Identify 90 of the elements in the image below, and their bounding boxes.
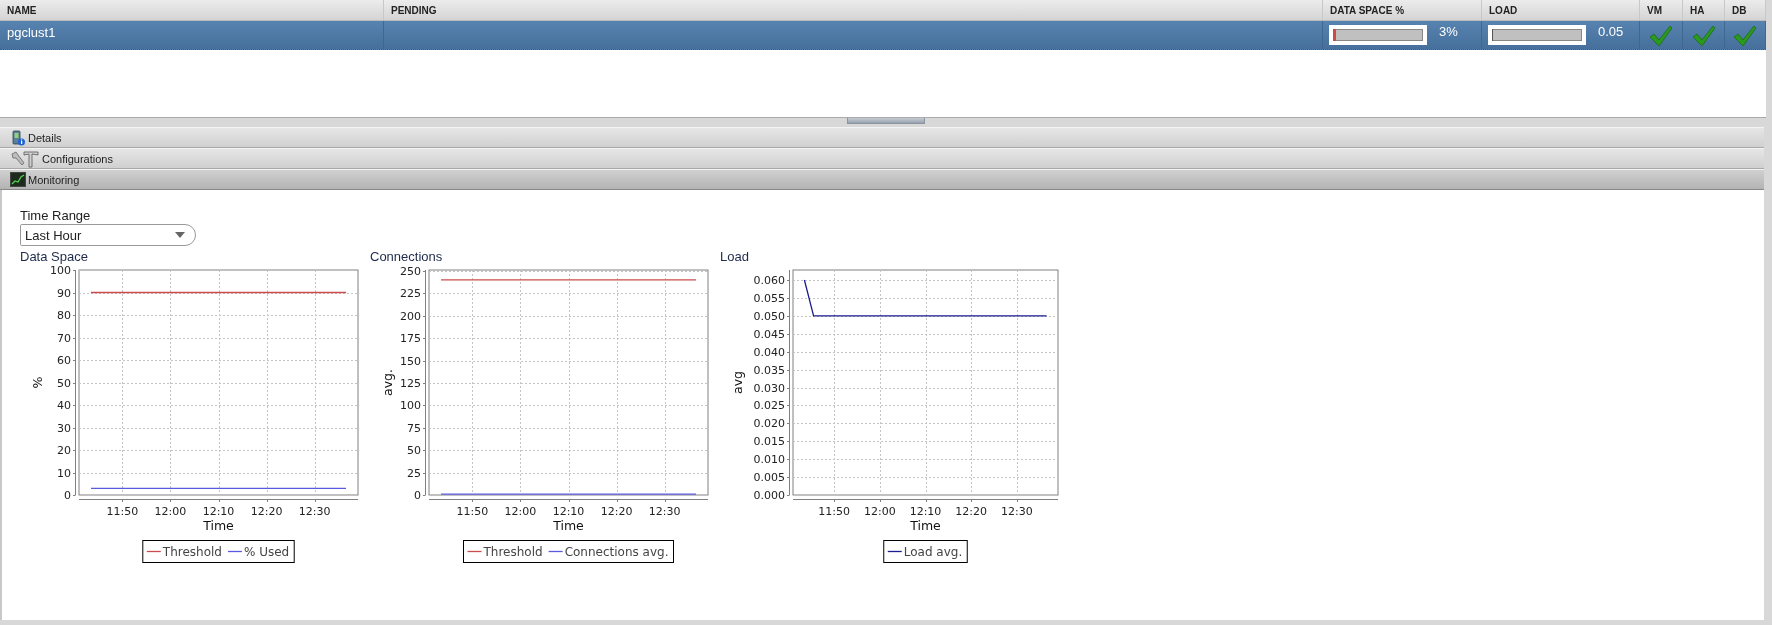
axis-tick-label: 12:20 <box>250 505 283 518</box>
axis-tick-label: 20 <box>57 444 71 457</box>
axis-tick-label: 0 <box>414 489 421 502</box>
axis-title: Time <box>910 518 941 533</box>
axis-tick-label: 12:10 <box>202 505 235 518</box>
axis-tick-label: 25 <box>407 466 421 480</box>
axis-tick-label: 12:30 <box>1001 505 1033 518</box>
chart-title: Data Space <box>20 249 89 264</box>
axis-tick-label: 12:30 <box>648 505 681 518</box>
axis-tick-label: 0.020 <box>753 417 785 431</box>
axis-tick-label: 0.040 <box>753 345 785 359</box>
axis-tick-label: 12:20 <box>955 505 988 518</box>
axis-tick-label: 12:20 <box>600 505 633 518</box>
axis-tick-label: 11:50 <box>456 505 489 518</box>
column-header[interactable]: PENDING <box>384 0 1323 20</box>
axis-title: avg. <box>380 369 395 396</box>
axis-title: % <box>30 376 45 389</box>
legend-swatch <box>466 550 483 553</box>
axis-tick-label: 90 <box>57 286 71 300</box>
axis-title: avg <box>730 371 745 394</box>
chart-title: Load <box>720 249 750 264</box>
axis-tick-label: 10 <box>57 466 71 480</box>
axis-tick-label: 0.035 <box>753 363 785 377</box>
column-header[interactable]: DB <box>1725 0 1766 20</box>
axis-tick-label: 225 <box>400 287 421 301</box>
axis-tick-label: 11:50 <box>818 505 850 518</box>
column-header[interactable]: NAME <box>0 0 384 20</box>
axis-tick-label: 80 <box>57 309 71 322</box>
axis-title: Time <box>203 518 234 533</box>
axis-tick-label: 40 <box>57 399 71 412</box>
axis-tick-label: 0 <box>64 489 71 502</box>
section-header[interactable]: Configurations <box>0 148 1764 169</box>
axis-tick-label: 0.010 <box>753 453 785 467</box>
column-header[interactable]: HA <box>1683 0 1725 20</box>
legend-label: Connections avg. <box>564 545 669 559</box>
progress-value: 0.05 <box>1598 25 1624 39</box>
axis-tick-label: 0.025 <box>753 399 785 413</box>
field-label: Time Range <box>20 208 92 223</box>
column-header[interactable]: VM <box>1640 0 1683 20</box>
legend-swatch <box>548 550 564 553</box>
axis-tick-label: 0.060 <box>753 274 785 288</box>
axis-tick-label: 125 <box>400 376 421 390</box>
axis-tick-label: 0.005 <box>753 471 785 485</box>
axis-tick-label: 12:00 <box>863 505 896 518</box>
line-graph-icon <box>10 172 26 187</box>
axis-tick-label: 175 <box>400 332 421 346</box>
axis-tick-label: 12:10 <box>552 505 585 518</box>
axis-tick-label: 50 <box>57 376 71 390</box>
legend-swatch <box>887 550 903 553</box>
time-range-dropdown[interactable]: Last Hour <box>20 224 196 246</box>
axis-tick-label: 60 <box>57 354 71 367</box>
axis-tick-label: 30 <box>57 421 71 435</box>
tools-icon <box>10 149 40 168</box>
axis-title: Time <box>553 518 584 533</box>
axis-tick-label: 100 <box>50 264 71 277</box>
legend-label: Threshold <box>162 545 222 559</box>
axis-tick-label: 12:30 <box>298 505 331 518</box>
table-cell: pgclust1 <box>0 21 384 49</box>
legend-label: Threshold <box>483 545 543 559</box>
axis-tick-label: 150 <box>400 354 421 368</box>
axis-tick-label: 0.000 <box>753 489 785 502</box>
axis-tick-label: 50 <box>407 444 421 458</box>
caret-icon <box>175 232 185 238</box>
column-header[interactable]: DATA SPACE % <box>1323 0 1482 20</box>
legend-swatch <box>227 550 243 553</box>
section-header[interactable]: Monitoring <box>0 169 1764 190</box>
splitter-handle[interactable] <box>847 118 925 124</box>
legend-label: % Used <box>243 545 290 559</box>
axis-tick-label: 0.015 <box>753 435 785 449</box>
axis-tick-label: 250 <box>400 264 421 278</box>
axis-tick-label: 70 <box>57 331 71 345</box>
axis-tick-label: 12:00 <box>504 505 537 518</box>
axis-tick-label: 11:50 <box>106 505 139 518</box>
axis-tick-label: 0.030 <box>753 381 785 395</box>
axis-tick-label: 100 <box>400 399 421 413</box>
progress-value: 3% <box>1439 25 1458 39</box>
legend-swatch <box>146 550 162 553</box>
device-info-icon <box>10 129 26 146</box>
axis-tick-label: 0.050 <box>753 309 785 323</box>
legend-label: Load avg. <box>903 545 963 559</box>
section-header[interactable]: Details <box>0 127 1764 148</box>
column-header[interactable]: LOAD <box>1482 0 1640 20</box>
chart-title: Connections <box>370 249 444 264</box>
table-row[interactable]: pgclust1 3% 0.05 <box>0 21 1766 50</box>
axis-tick-label: 0.045 <box>753 327 785 341</box>
axis-tick-label: 12:10 <box>909 505 942 518</box>
axis-tick-label: 12:00 <box>154 505 187 518</box>
axis-tick-label: 0.055 <box>753 291 785 305</box>
axis-tick-label: 75 <box>407 421 421 435</box>
axis-tick-label: 200 <box>400 309 421 323</box>
